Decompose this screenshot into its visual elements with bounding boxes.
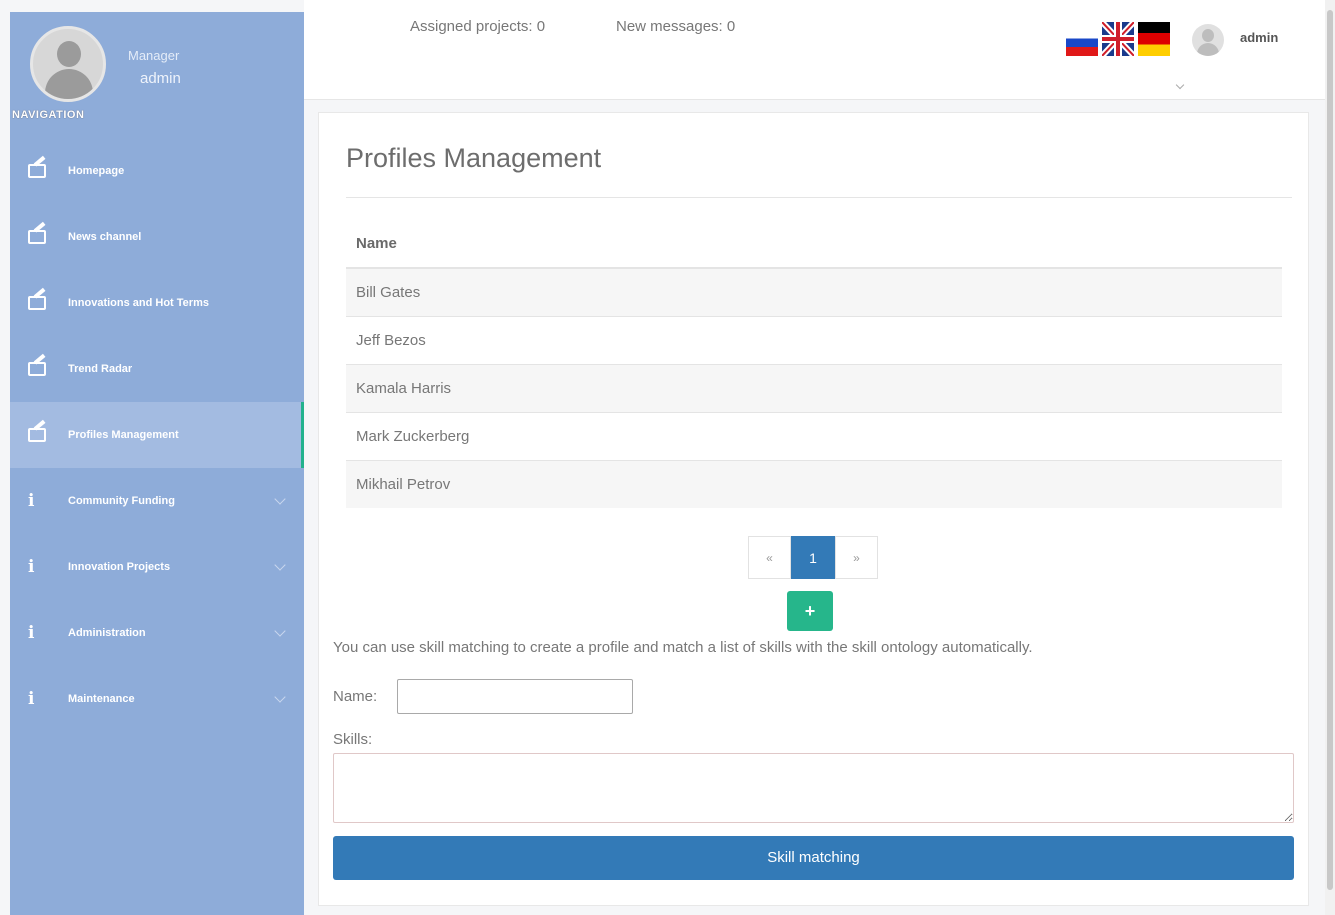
chevron-down-icon: [274, 691, 286, 703]
info-icon: i: [28, 689, 35, 709]
pagination-prev[interactable]: «: [748, 536, 791, 579]
sidebar-item-innovations[interactable]: Innovations and Hot Terms: [10, 270, 304, 336]
sidebar-item-label: Community Funding: [68, 495, 175, 507]
sidebar-item-innovation-projects[interactable]: i Innovation Projects: [10, 534, 304, 600]
edit-icon: [28, 296, 46, 310]
table-row[interactable]: Bill Gates: [346, 267, 1282, 316]
sidebar-item-administration[interactable]: i Administration: [10, 600, 304, 666]
pagination-page-1[interactable]: 1: [791, 536, 835, 579]
chevron-down-icon: [274, 559, 286, 571]
assigned-projects-count[interactable]: Assigned projects: 0: [410, 18, 545, 35]
sidebar-item-label: Trend Radar: [68, 363, 133, 375]
sidebar-item-label: Innovation Projects: [68, 561, 171, 573]
page-scrollbar[interactable]: [1325, 0, 1335, 915]
chevron-down-icon[interactable]: [1175, 80, 1185, 90]
profile-name-cell[interactable]: Mikhail Petrov: [346, 459, 1282, 508]
user-menu-name[interactable]: admin: [1240, 30, 1278, 45]
main-panel: Profiles Management Name Bill Gates Jeff…: [318, 112, 1309, 906]
info-icon: i: [28, 623, 35, 643]
sidebar-item-homepage[interactable]: Homepage: [10, 138, 304, 204]
sidebar: Manager admin NAVIGATION Homepage News c…: [10, 12, 304, 915]
profiles-table: Name Bill Gates Jeff Bezos Kamala Harris…: [346, 220, 1282, 508]
new-messages-count[interactable]: New messages: 0: [616, 18, 735, 35]
sidebar-item-label: Maintenance: [68, 693, 135, 705]
column-header-name[interactable]: Name: [346, 220, 1282, 269]
sidebar-nav: Homepage News channel Innovations and Ho…: [10, 138, 304, 732]
profile-name-cell[interactable]: Jeff Bezos: [346, 315, 1282, 364]
russian-flag-icon[interactable]: [1066, 30, 1098, 56]
sidebar-item-label: Profiles Management: [68, 429, 179, 441]
german-flag-icon[interactable]: [1138, 22, 1170, 56]
skill-matching-hint: You can use skill matching to create a p…: [333, 639, 1033, 656]
name-field[interactable]: [397, 679, 633, 714]
edit-icon: [28, 164, 46, 178]
sidebar-item-community-funding[interactable]: i Community Funding: [10, 468, 304, 534]
sidebar-item-profiles-management[interactable]: Profiles Management: [10, 402, 304, 468]
info-icon: i: [28, 491, 35, 511]
edit-icon: [28, 362, 46, 376]
profile-name-cell[interactable]: Kamala Harris: [346, 363, 1282, 412]
edit-icon: [28, 230, 46, 244]
skill-matching-button[interactable]: Skill matching: [333, 836, 1294, 880]
table-row[interactable]: Mark Zuckerberg: [346, 411, 1282, 460]
chevron-down-icon: [274, 493, 286, 505]
sidebar-item-maintenance[interactable]: i Maintenance: [10, 666, 304, 732]
pagination: « 1 »: [748, 536, 878, 579]
sidebar-item-trend-radar[interactable]: Trend Radar: [10, 336, 304, 402]
page-title: Profiles Management: [346, 143, 602, 173]
pagination-next[interactable]: »: [835, 536, 878, 579]
topbar: Assigned projects: 0 New messages: 0 adm…: [304, 0, 1325, 100]
divider: [346, 197, 1292, 198]
navigation-heading: NAVIGATION: [12, 109, 85, 121]
skills-field[interactable]: [333, 753, 1294, 823]
profile-role: Manager: [128, 48, 180, 63]
uk-flag-icon[interactable]: [1102, 22, 1134, 56]
sidebar-item-label: Administration: [68, 627, 146, 639]
sidebar-item-label: News channel: [68, 231, 142, 243]
edit-icon: [28, 428, 46, 442]
sidebar-item-label: Homepage: [68, 165, 125, 177]
avatar: [30, 26, 106, 102]
table-row[interactable]: Jeff Bezos: [346, 315, 1282, 364]
name-label: Name:: [333, 688, 378, 705]
table-row[interactable]: Mikhail Petrov: [346, 459, 1282, 508]
info-icon: i: [28, 557, 35, 577]
profile-username: admin: [140, 70, 181, 87]
user-avatar[interactable]: [1192, 24, 1224, 56]
profile-name-cell[interactable]: Mark Zuckerberg: [346, 411, 1282, 460]
add-profile-button[interactable]: +: [787, 591, 833, 631]
skills-label: Skills:: [333, 731, 373, 748]
sidebar-item-label: Innovations and Hot Terms: [68, 297, 209, 309]
chevron-down-icon: [274, 625, 286, 637]
sidebar-profile: Manager admin: [10, 12, 304, 112]
sidebar-item-news-channel[interactable]: News channel: [10, 204, 304, 270]
table-row[interactable]: Kamala Harris: [346, 363, 1282, 412]
profile-name-cell[interactable]: Bill Gates: [346, 267, 1282, 316]
